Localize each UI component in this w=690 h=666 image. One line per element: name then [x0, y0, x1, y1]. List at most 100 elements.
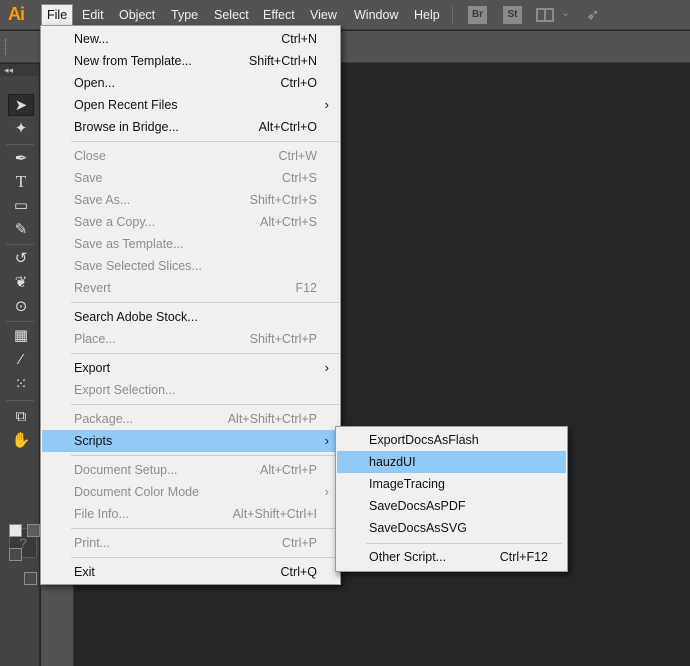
pen-tool-icon[interactable]: ✒ [8, 148, 34, 170]
menu-item-export-docs-as-flash[interactable]: ExportDocsAsFlash [337, 429, 566, 451]
menu-item-save-docs-as-pdf[interactable]: SaveDocsAsPDF [337, 495, 566, 517]
menu-item-new-from-template[interactable]: New from Template... Shift+Ctrl+N [42, 50, 339, 72]
menu-item-label: Document Setup... [74, 463, 178, 477]
rotate-tool-icon[interactable]: ↺ [8, 248, 34, 270]
menu-item-hauzdui[interactable]: hauzdUI [337, 451, 566, 473]
menu-item-search-adobe-stock[interactable]: Search Adobe Stock... [42, 306, 339, 328]
menu-item-open-recent-files[interactable]: Open Recent Files › [42, 94, 339, 116]
symbol-sprayer-tool-icon[interactable]: ⁙ [8, 374, 34, 396]
menu-item-label: Save a Copy... [74, 215, 156, 229]
menu-item-revert[interactable]: Revert F12 [42, 277, 339, 299]
panel-grip-icon[interactable] [5, 39, 8, 55]
menu-item-label: Place... [74, 332, 116, 346]
menu-item-label: SaveDocsAsPDF [369, 499, 466, 513]
menu-item-other-script[interactable]: Other Script... Ctrl+F12 [337, 546, 566, 568]
menu-item-label: Export Selection... [74, 383, 176, 397]
menu-item-save-a-copy[interactable]: Save a Copy... Alt+Ctrl+S [42, 211, 339, 233]
menu-item-shortcut: Alt+Ctrl+P [260, 463, 317, 477]
menu-view[interactable]: View [305, 5, 342, 25]
tools-collapse-button[interactable]: ◂◂ [0, 64, 39, 76]
menu-divider [71, 528, 339, 529]
menu-item-image-tracing[interactable]: ImageTracing [337, 473, 566, 495]
menu-item-save-as[interactable]: Save As... Shift+Ctrl+S [42, 189, 339, 211]
paintbrush-tool-icon[interactable]: ✎ [8, 219, 34, 241]
tools-panel: ◂◂ ➤ ✦ ✒ T ▭ ✎ ↺ ❦ ⊙ ▦ ⁄ ⁙ ⧉ ✋ ? [0, 64, 40, 666]
menu-divider [71, 141, 339, 142]
submenu-arrow-icon: › [324, 484, 329, 499]
menu-item-label: Open... [74, 76, 115, 90]
artboard-tool-icon[interactable]: ⧉ [8, 406, 34, 428]
menu-item-document-setup[interactable]: Document Setup... Alt+Ctrl+P [42, 459, 339, 481]
menu-select[interactable]: Select [209, 5, 254, 25]
menu-item-shortcut: Ctrl+P [281, 536, 317, 550]
menu-item-open[interactable]: Open... Ctrl+O [42, 72, 339, 94]
menu-item-shortcut: Shift+Ctrl+S [249, 193, 317, 207]
menu-item-package[interactable]: Package... Alt+Shift+Ctrl+P [42, 408, 339, 430]
menu-file[interactable]: File [41, 4, 74, 26]
menu-item-scripts[interactable]: Scripts › [42, 430, 339, 452]
menu-item-label: Document Color Mode [74, 485, 200, 499]
warp-tool-icon[interactable]: ❦ [8, 272, 34, 294]
menubar-divider [452, 5, 453, 25]
scripts-submenu: ExportDocsAsFlash hauzdUI ImageTracing S… [335, 426, 568, 572]
menu-item-shortcut: Ctrl+N [281, 32, 317, 46]
menu-help[interactable]: Help [409, 5, 445, 25]
rocket-icon[interactable]: ➶ [586, 5, 599, 25]
selection-tool-icon[interactable]: ➤ [8, 94, 34, 116]
menu-item-export[interactable]: Export › [42, 357, 339, 379]
menu-item-file-info[interactable]: File Info... Alt+Shift+Ctrl+I [42, 503, 339, 525]
menu-item-label: Save As... [74, 193, 131, 207]
eyedropper-tool-icon[interactable]: ⁄ [8, 349, 34, 371]
menu-item-exit[interactable]: Exit Ctrl+Q [42, 561, 339, 583]
menu-item-label: Search Adobe Stock... [74, 310, 198, 324]
menu-item-browse-in-bridge[interactable]: Browse in Bridge... Alt+Ctrl+O [42, 116, 339, 138]
menu-item-label: ExportDocsAsFlash [369, 433, 479, 447]
type-tool-icon[interactable]: T [8, 171, 34, 193]
menu-item-label: New from Template... [74, 54, 192, 68]
menu-item-label: Open Recent Files [74, 98, 178, 112]
rectangle-tool-icon[interactable]: ▭ [8, 195, 34, 217]
menu-item-label: Print... [74, 536, 111, 550]
menu-object[interactable]: Object [114, 5, 160, 25]
menu-item-shortcut: Ctrl+F12 [499, 550, 548, 564]
menu-divider [71, 557, 339, 558]
menu-item-save[interactable]: Save Ctrl+S [42, 167, 339, 189]
menu-item-save-docs-as-svg[interactable]: SaveDocsAsSVG [337, 517, 566, 539]
menu-item-place[interactable]: Place... Shift+Ctrl+P [42, 328, 339, 350]
color-mode-button[interactable] [9, 548, 22, 561]
menu-item-shortcut: Ctrl+S [281, 171, 317, 185]
menu-item-label: New... [74, 32, 109, 46]
app-logo: Ai [8, 4, 25, 24]
shape-builder-tool-icon[interactable]: ⊙ [8, 296, 34, 318]
tools-divider [6, 144, 34, 145]
stroke-swatch[interactable] [27, 524, 40, 537]
menu-item-label: Save [74, 171, 103, 185]
tools-divider [6, 400, 34, 401]
stock-badge-button[interactable]: St [503, 6, 522, 24]
menu-item-new[interactable]: New... Ctrl+N [42, 28, 339, 50]
magic-wand-tool-icon[interactable]: ✦ [8, 118, 34, 140]
menu-item-label: Close [74, 149, 106, 163]
mesh-tool-icon[interactable]: ▦ [8, 325, 34, 347]
menu-item-save-as-template[interactable]: Save as Template... [42, 233, 339, 255]
menu-item-save-selected-slices[interactable]: Save Selected Slices... [42, 255, 339, 277]
workspace-layout-icon[interactable] [536, 8, 554, 22]
bridge-badge-button[interactable]: Br [468, 6, 487, 24]
menu-item-close[interactable]: Close Ctrl+W [42, 145, 339, 167]
submenu-arrow-icon: › [324, 360, 329, 375]
fill-swatch[interactable] [9, 524, 22, 537]
menu-item-export-selection[interactable]: Export Selection... [42, 379, 339, 401]
menu-item-document-color-mode[interactable]: Document Color Mode › [42, 481, 339, 503]
menu-item-print[interactable]: Print... Ctrl+P [42, 532, 339, 554]
menu-item-shortcut: Alt+Shift+Ctrl+P [227, 412, 317, 426]
menu-effect[interactable]: Effect [258, 5, 300, 25]
screen-mode-button[interactable] [24, 572, 37, 585]
menu-edit[interactable]: Edit [77, 5, 109, 25]
menu-type[interactable]: Type [166, 5, 203, 25]
menu-window[interactable]: Window [349, 5, 403, 25]
menu-item-label: Save Selected Slices... [74, 259, 202, 273]
hand-tool-icon[interactable]: ✋ [8, 430, 34, 452]
chevron-down-icon[interactable]: ⌄ [561, 6, 570, 19]
submenu-arrow-icon: › [324, 433, 329, 448]
menu-item-shortcut: Shift+Ctrl+N [248, 54, 317, 68]
